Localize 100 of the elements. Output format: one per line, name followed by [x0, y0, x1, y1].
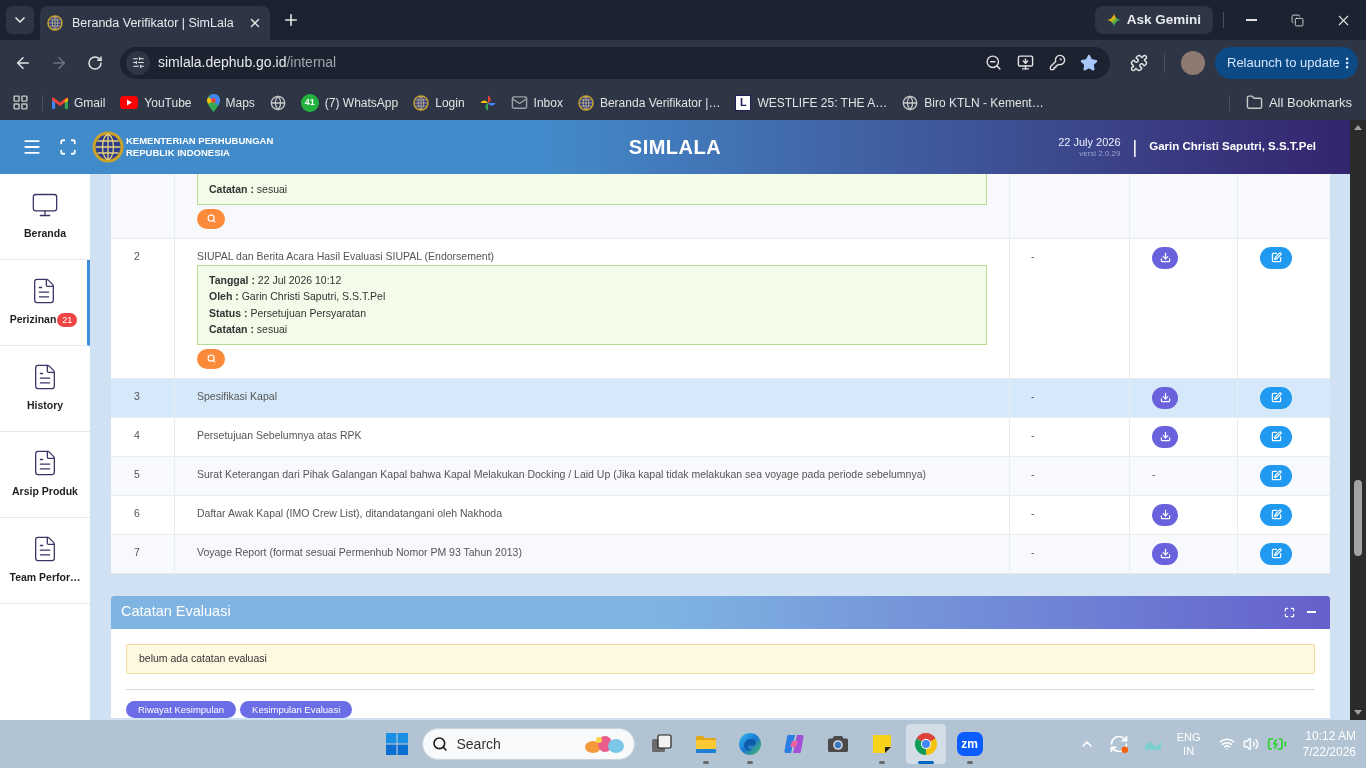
- play-logo-icon: [120, 96, 139, 109]
- row-number: 4: [134, 428, 140, 441]
- expand-button[interactable]: [1282, 605, 1296, 619]
- document-title: SIUPAL dan Berita Acara Hasil Evaluasi SIUPAL (Endorsement): [197, 248, 495, 264]
- letter-logo: L: [735, 94, 752, 111]
- row-number: 5: [134, 467, 140, 480]
- puzzle-icon: [1130, 53, 1148, 72]
- ask-button[interactable]: Ask Gemini: [1094, 6, 1213, 34]
- action-button[interactable]: Kesimpulan Evaluasi: [240, 700, 353, 718]
- taskbar-app[interactable]: [905, 724, 946, 764]
- site-info-button[interactable]: [126, 50, 150, 75]
- bookmark[interactable]: Gmail: [46, 89, 112, 116]
- edit-icon: [1270, 470, 1282, 481]
- bookmark[interactable]: Biro KTLN - Kement…: [896, 89, 1050, 116]
- sliders-icon: [131, 56, 145, 69]
- app-logo: zm: [956, 732, 983, 756]
- taskbar-app[interactable]: zm: [949, 724, 990, 764]
- document-title: Spesifikasi Kapal: [197, 388, 277, 404]
- row-number: 6: [134, 506, 140, 519]
- envelope-icon: [510, 94, 528, 111]
- download-icon: [1159, 509, 1171, 520]
- minimize-icon: [1245, 19, 1257, 21]
- sync-icon: [1108, 734, 1129, 754]
- document-title: Surat Keterangan dari Pihak Galangan Kapal bahwa Kapal Melakukan Docking / Laid Up (Jika kapal tidak melakukan sea voyage pada periode sebelumnya): [197, 466, 927, 482]
- preview-button[interactable]: [197, 208, 225, 229]
- document-title: Daftar Awak Kapal (IMO Crew List), ditandatangani oleh Nakhoda: [197, 505, 503, 521]
- edit-button[interactable]: [1260, 542, 1292, 565]
- browser-tab[interactable]: Beranda Verifikator | SimLala: [40, 6, 270, 40]
- four-squares-icon: [385, 733, 408, 755]
- wifi-icon: [1218, 736, 1235, 752]
- coral-icon: [582, 734, 627, 754]
- row-number: 7: [134, 545, 140, 558]
- download-button[interactable]: [1152, 246, 1178, 269]
- download-icon: [1159, 548, 1171, 559]
- m-logo-icon: [52, 96, 68, 109]
- globe-icon: [902, 94, 919, 111]
- count-badge: 41: [300, 93, 319, 112]
- detail-line: Oleh : Garin Christi Saputri, S.S.T.Pel: [209, 289, 387, 304]
- download-button[interactable]: [1152, 386, 1178, 409]
- document-title: Voyage Report (format sesuai Permenhub Nomor PM 93 Tahun 2013): [197, 544, 522, 560]
- menu-button[interactable]: [22, 137, 42, 157]
- reload-icon: [87, 54, 103, 71]
- bookmark[interactable]: YouTube: [114, 89, 198, 116]
- row-number: 3: [134, 389, 140, 402]
- download-button[interactable]: [1152, 503, 1178, 526]
- emblem-icon: [413, 94, 430, 111]
- empty-notice: belum ada catatan evaluasi: [126, 643, 1315, 674]
- fullscreen-button[interactable]: [59, 138, 77, 156]
- folder-icon: [1245, 94, 1263, 111]
- fullscreen-icon: [59, 138, 77, 156]
- empty-dash: -: [1031, 389, 1035, 402]
- scrollbar[interactable]: [1350, 120, 1366, 720]
- bookmark[interactable]: L WESTLIFE 25: THE A…: [729, 89, 894, 116]
- bookmark[interactable]: 41 (7) WhatsApp: [294, 89, 405, 116]
- detail-line: Status : Persetujuan Persyaratan: [209, 305, 367, 321]
- all-bookmarks-button[interactable]: All Bookmarks: [1239, 89, 1358, 116]
- expand-icon: [1283, 606, 1295, 618]
- search-icon: [206, 214, 216, 223]
- download-button[interactable]: [1152, 425, 1178, 448]
- edit-button[interactable]: [1260, 503, 1292, 526]
- edit-button[interactable]: [1260, 425, 1292, 448]
- avatar[interactable]: [1181, 50, 1205, 75]
- key-icon: [1048, 54, 1066, 71]
- bookmark[interactable]: Login: [407, 89, 471, 116]
- preview-button[interactable]: [197, 348, 225, 369]
- tab-list-button[interactable]: [6, 6, 34, 34]
- map-pin-icon: [206, 93, 220, 112]
- minus-icon: [1306, 611, 1316, 613]
- edit-icon: [1270, 548, 1282, 559]
- plus-icon: [282, 11, 300, 29]
- empty-dash: -: [1031, 506, 1035, 519]
- download-button[interactable]: [1152, 542, 1178, 565]
- apps-button[interactable]: [10, 92, 30, 113]
- app-title: SIMLALA: [628, 135, 722, 160]
- restore-icon: [1290, 13, 1304, 27]
- bookmark[interactable]: Inbox: [504, 89, 569, 116]
- address-bar[interactable]: simlala.dephub.go.id/internal: [120, 46, 1110, 79]
- empty-dash: -: [1152, 467, 1156, 480]
- edit-button[interactable]: [1260, 386, 1292, 409]
- edit-button[interactable]: [1260, 246, 1292, 269]
- empty-dash: -: [1031, 467, 1035, 480]
- emblem-icon: [47, 15, 63, 31]
- zoom-out-icon: [984, 54, 1002, 71]
- user-name: Garin Christi Saputri, S.S.T.Pel: [1149, 139, 1316, 155]
- monitor-download-icon: [1016, 54, 1034, 71]
- edit-button[interactable]: [1260, 464, 1292, 487]
- bookmark[interactable]: Beranda Verifikator |…: [571, 89, 727, 116]
- bookmark[interactable]: Maps: [200, 89, 261, 116]
- organization-name: REPUBLIK INDONESIA: [126, 147, 231, 159]
- edit-icon: [1270, 252, 1282, 263]
- relaunch-button[interactable]: Relaunch to update: [1215, 46, 1358, 79]
- action-button[interactable]: Riwayat Kesimpulan: [126, 700, 237, 718]
- sparkle-icon: [1106, 13, 1121, 27]
- download-icon: [1159, 431, 1171, 442]
- edit-icon: [1270, 431, 1282, 442]
- scrollbar-thumb[interactable]: [1354, 480, 1362, 556]
- current-date: 22 July 2026: [1058, 135, 1121, 149]
- download-icon: [1159, 252, 1171, 263]
- empty-dash: -: [1031, 428, 1035, 441]
- search-field[interactable]: Search: [421, 728, 635, 760]
